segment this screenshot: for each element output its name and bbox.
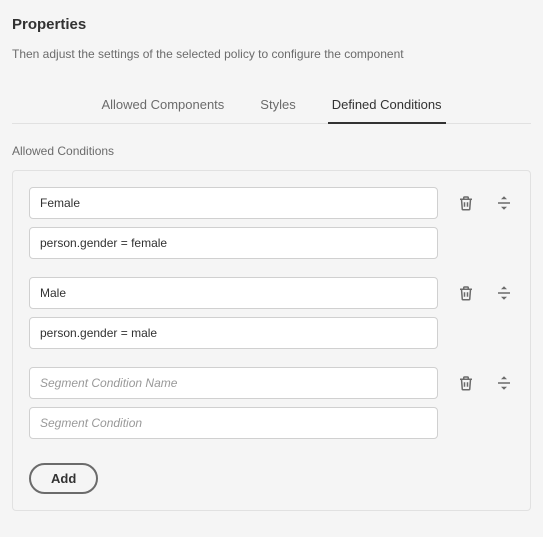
condition-row xyxy=(29,187,514,259)
condition-row xyxy=(29,367,514,439)
delete-icon[interactable] xyxy=(456,193,476,213)
condition-inputs xyxy=(29,187,438,259)
add-button[interactable]: Add xyxy=(29,463,98,494)
tabs: Allowed Components Styles Defined Condit… xyxy=(12,89,531,124)
section-label-allowed-conditions: Allowed Conditions xyxy=(12,144,531,158)
reorder-icon[interactable] xyxy=(494,193,514,213)
row-actions xyxy=(456,187,514,213)
row-actions xyxy=(456,367,514,393)
tab-defined-conditions[interactable]: Defined Conditions xyxy=(328,89,446,124)
condition-expression-input[interactable] xyxy=(29,407,438,439)
tab-allowed-components[interactable]: Allowed Components xyxy=(97,89,228,124)
condition-name-input[interactable] xyxy=(29,367,438,399)
reorder-icon[interactable] xyxy=(494,283,514,303)
page-subtitle: Then adjust the settings of the selected… xyxy=(12,47,531,61)
delete-icon[interactable] xyxy=(456,373,476,393)
condition-expression-input[interactable] xyxy=(29,227,438,259)
reorder-icon[interactable] xyxy=(494,373,514,393)
condition-row xyxy=(29,277,514,349)
conditions-panel: Add xyxy=(12,170,531,511)
condition-name-input[interactable] xyxy=(29,277,438,309)
row-actions xyxy=(456,277,514,303)
page-title: Properties xyxy=(12,16,531,33)
condition-inputs xyxy=(29,277,438,349)
tab-styles[interactable]: Styles xyxy=(256,89,299,124)
condition-expression-input[interactable] xyxy=(29,317,438,349)
condition-inputs xyxy=(29,367,438,439)
condition-name-input[interactable] xyxy=(29,187,438,219)
delete-icon[interactable] xyxy=(456,283,476,303)
